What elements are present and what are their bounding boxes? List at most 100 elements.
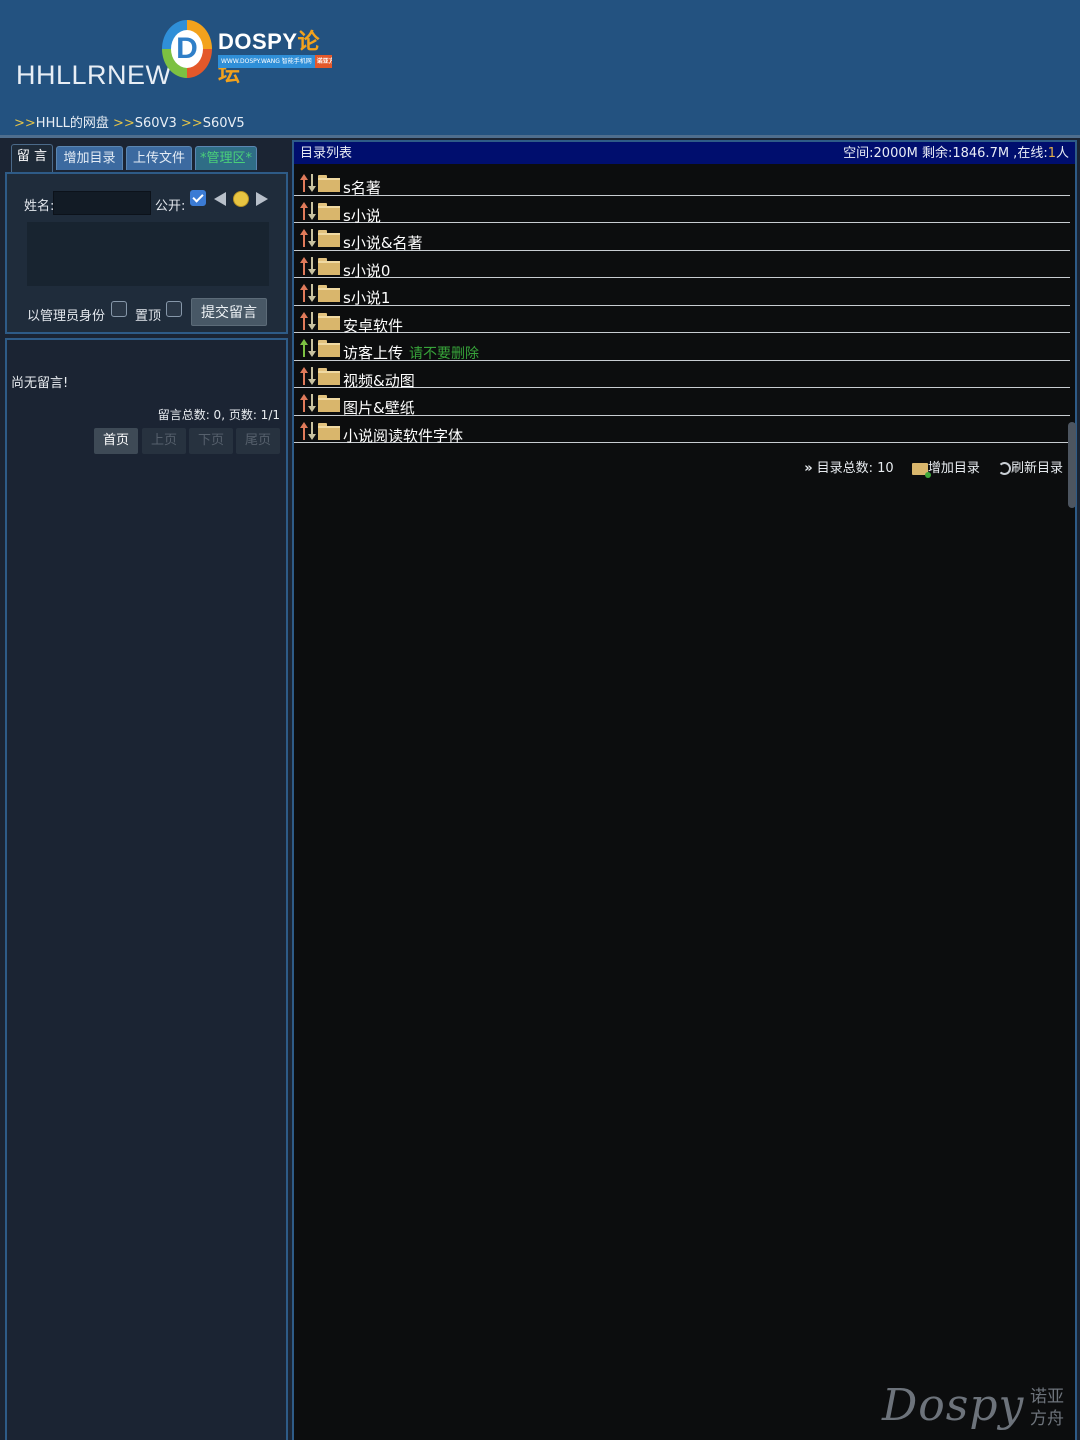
next-arrow-icon[interactable] <box>256 192 268 206</box>
directory-footer: » 目录总数: 10 增加目录 刷新目录 <box>790 457 1063 478</box>
directory-row[interactable]: s小说0 <box>294 251 1070 280</box>
watermark-sub-line1: 诺亚 <box>1030 1387 1064 1407</box>
space-text: 空间:2000M 剩余:1846.7M ,在线: <box>843 146 1048 161</box>
folder-icon <box>318 367 340 385</box>
folder-icon <box>318 230 340 247</box>
folder-icon <box>318 340 340 357</box>
directory-row[interactable]: 小说阅读软件字体 <box>294 416 1070 446</box>
directory-name-link[interactable]: 小说阅读软件字体 <box>343 425 463 446</box>
logo-tagline: WWW.DOSPY.WANG 智能手机网诺亚方舟 <box>218 55 332 68</box>
breadcrumb-arrow: >> <box>180 116 203 131</box>
sort-arrows-icon[interactable] <box>299 393 317 413</box>
admin-identity-label: 以管理员身份 <box>27 309 106 324</box>
pager-next-button: 下页 <box>189 428 233 454</box>
sort-arrows-icon[interactable] <box>299 283 317 303</box>
name-input[interactable] <box>53 191 151 215</box>
breadcrumb-item-s60v3[interactable]: S60V3 <box>135 116 177 131</box>
directory-row[interactable]: s小说&名著 <box>294 223 1070 252</box>
page-scrollbar[interactable] <box>1068 422 1076 508</box>
refresh-directory-label: 刷新目录 <box>1010 461 1063 476</box>
directory-row[interactable]: 图片&壁纸 <box>294 388 1070 417</box>
directory-row[interactable]: 安卓软件 <box>294 306 1070 335</box>
site-title: HHLLRNEW <box>16 60 172 90</box>
public-checkbox[interactable] <box>190 190 206 206</box>
double-arrow-icon: » <box>804 461 813 476</box>
add-directory-link[interactable]: 增加目录 <box>911 457 980 478</box>
directory-row[interactable]: 访客上传 请不要删除 <box>294 333 1070 362</box>
sort-arrows-icon[interactable] <box>299 338 317 358</box>
folder-icon <box>318 285 340 302</box>
watermark-sub-line2: 方舟 <box>1030 1409 1064 1429</box>
folder-icon <box>318 202 340 220</box>
directory-header-title: 目录列表 <box>300 146 353 161</box>
folder-icon <box>318 312 340 330</box>
pin-checkbox[interactable] <box>166 301 182 317</box>
tab-upload-file[interactable]: 上传文件 <box>126 146 192 170</box>
sort-arrows-icon[interactable] <box>299 228 317 248</box>
message-list: 尚无留言! 留言总数: 0, 页数: 1/1 首页 上页 下页 尾页 <box>5 338 288 1440</box>
directory-name: s名著 <box>343 179 381 197</box>
logo-name-white: DOSPY <box>218 29 298 54</box>
logo-letter: D <box>171 30 203 68</box>
logo-circle-icon: D <box>162 20 212 78</box>
breadcrumb-item-s60v5[interactable]: S60V5 <box>203 116 245 131</box>
total-count-label: 目录总数: 10 <box>816 461 894 476</box>
sort-arrows-icon[interactable] <box>299 201 317 221</box>
breadcrumb-arrow: >> <box>14 116 36 131</box>
directory-row[interactable]: s小说1 <box>294 278 1070 307</box>
folder-icon <box>318 395 340 412</box>
refresh-directory-link[interactable]: 刷新目录 <box>997 457 1063 476</box>
add-directory-label: 增加目录 <box>927 461 980 476</box>
space-info: 空间:2000M 剩余:1846.7M ,在线:1人 <box>843 142 1069 166</box>
directory-row[interactable]: s名著 <box>294 168 1070 197</box>
sort-arrows-icon[interactable] <box>299 173 317 193</box>
admin-identity-checkbox[interactable] <box>111 301 127 317</box>
tab-admin-area[interactable]: *管理区* <box>195 146 257 170</box>
sort-arrows-icon[interactable] <box>299 256 317 276</box>
dospy-logo[interactable]: D DOSPY论坛 WWW.DOSPY.WANG 智能手机网诺亚方舟 <box>162 20 334 86</box>
breadcrumb-item-hhll-disk[interactable]: HHLL的网盘 <box>36 116 109 131</box>
refresh-icon <box>997 462 1011 475</box>
directory-name: 图片&壁纸 <box>343 399 415 417</box>
pager-prev-button: 上页 <box>142 428 186 454</box>
name-label: 姓名: <box>24 199 55 214</box>
pager-first-button[interactable]: 首页 <box>94 428 138 454</box>
online-count: 1 <box>1047 146 1056 161</box>
sort-arrows-icon[interactable] <box>299 311 317 331</box>
sort-arrows-icon[interactable] <box>299 421 317 441</box>
message-textarea[interactable] <box>27 222 269 286</box>
pager-last-button: 尾页 <box>236 428 280 454</box>
smiley-emoji-icon[interactable] <box>233 191 249 207</box>
breadcrumb-arrow: >> <box>112 116 135 131</box>
dospy-watermark: Dospy <box>882 1380 1025 1431</box>
directory-panel: 目录列表 空间:2000M 剩余:1846.7M ,在线:1人 s名著 s小说 s小… <box>292 140 1077 1440</box>
total-count: » 目录总数: 10 <box>804 457 893 476</box>
directory-name: 小说阅读软件字体 <box>343 426 464 445</box>
tab-message[interactable]: 留 言 <box>11 144 53 172</box>
directory-header: 目录列表 空间:2000M 剩余:1846.7M ,在线:1人 <box>294 142 1075 164</box>
message-form: 姓名: 公开: 以管理员身份 置顶 提交留言 <box>5 172 288 334</box>
add-folder-icon <box>911 462 931 478</box>
public-label: 公开: <box>155 199 186 214</box>
folder-icon <box>318 257 340 275</box>
directory-name: 访客上传 <box>343 344 404 362</box>
tab-add-directory[interactable]: 增加目录 <box>56 146 123 170</box>
folder-icon <box>318 422 340 440</box>
online-unit: 人 <box>1055 146 1069 161</box>
directory-row[interactable]: s小说 <box>294 196 1070 225</box>
logo-tagline-badge: 诺亚方舟 <box>314 55 332 68</box>
directory-name: s小说0 <box>343 261 391 280</box>
directory-name: 安卓软件 <box>343 316 404 335</box>
directory-row[interactable]: 视频&动图 <box>294 361 1070 390</box>
directory-name: s小说 <box>343 206 381 225</box>
empty-message-text: 尚无留言! <box>11 376 69 391</box>
previous-arrow-icon[interactable] <box>214 192 226 206</box>
header-divider <box>0 135 1080 138</box>
directory-name: 视频&动图 <box>343 371 415 390</box>
logo-tagline-text: WWW.DOSPY.WANG 智能手机网 <box>221 58 312 65</box>
breadcrumb: >>HHLL的网盘 >>S60V3 >>S60V5 <box>14 112 245 131</box>
submit-message-button[interactable]: 提交留言 <box>191 298 267 326</box>
folder-icon <box>318 175 340 192</box>
sort-arrows-icon[interactable] <box>299 366 317 386</box>
directory-name: s小说&名著 <box>343 234 423 252</box>
